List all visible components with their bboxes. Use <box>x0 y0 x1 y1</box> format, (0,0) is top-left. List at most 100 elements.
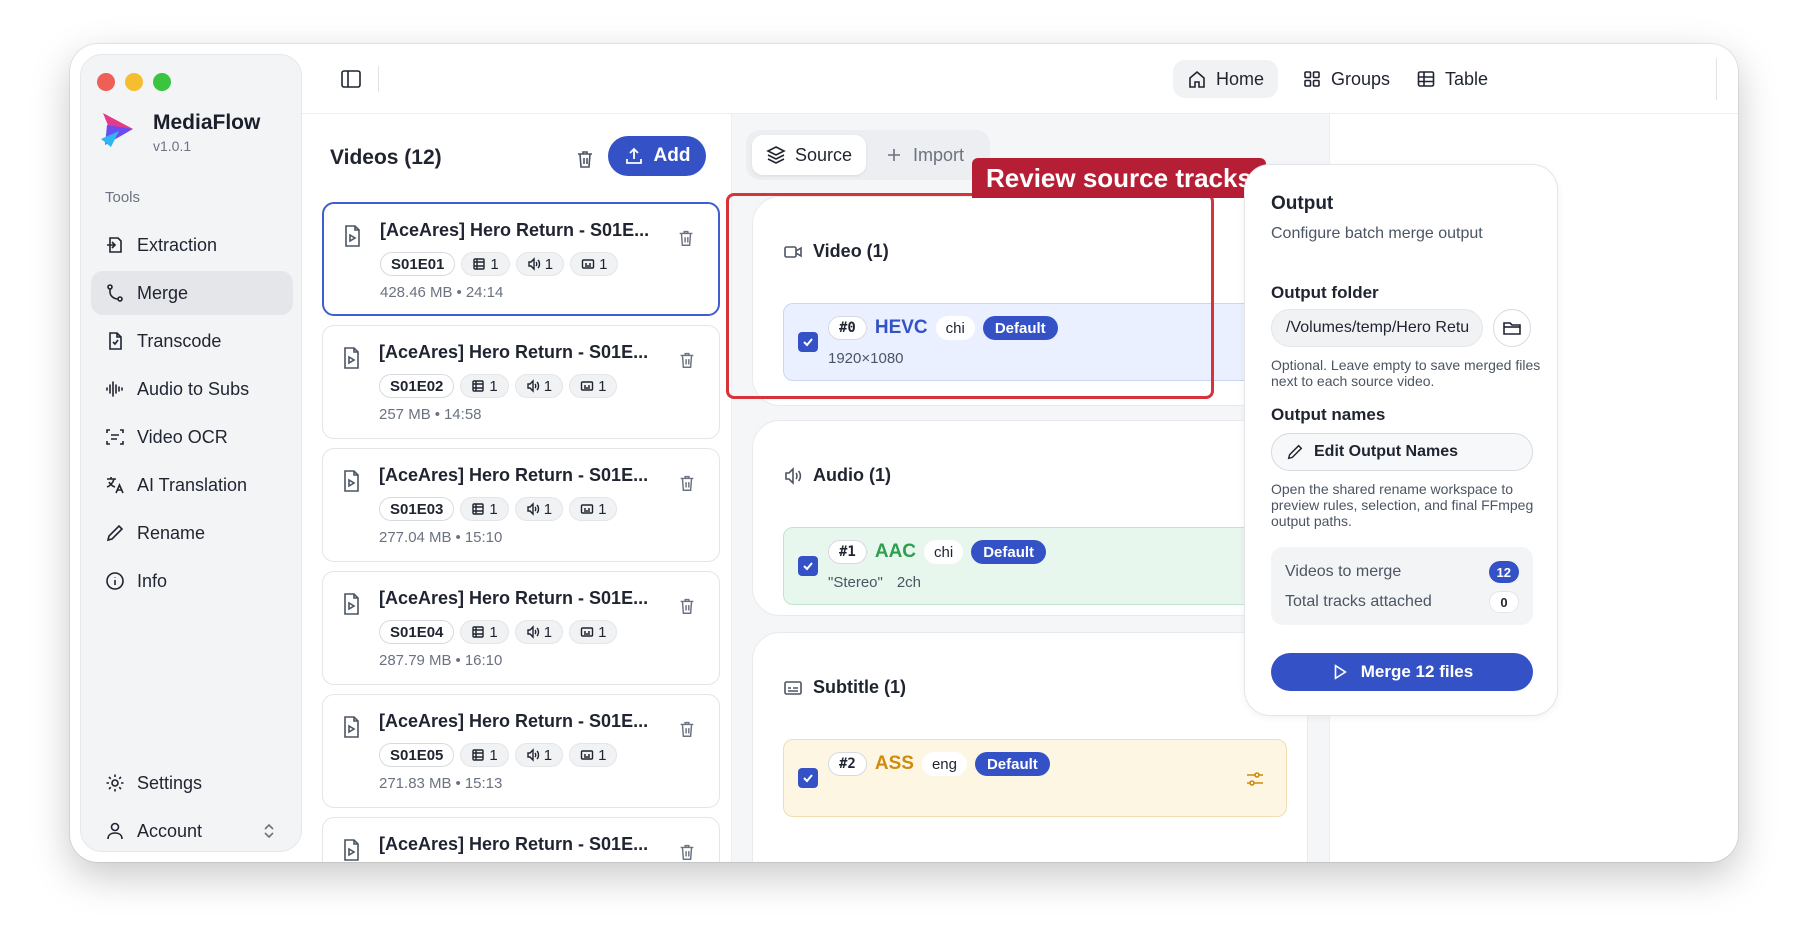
sidebar-item-merge[interactable]: Merge <box>91 271 293 315</box>
video-file-icon <box>345 225 360 247</box>
audio-count: 1 <box>543 500 553 518</box>
subtitle-count: 1 <box>598 623 607 641</box>
video-count-chip: 1 <box>460 374 509 398</box>
video-file-icon <box>344 470 359 492</box>
group-header: Subtitle (1) <box>783 677 906 698</box>
video-file-icon <box>344 839 359 861</box>
track-checkbox[interactable] <box>798 556 818 576</box>
add-video-button[interactable]: Add <box>608 136 706 176</box>
stat-label: Videos to merge <box>1285 563 1402 580</box>
home-button[interactable]: Home <box>1173 60 1279 98</box>
sidebar-toggle-icon[interactable] <box>340 68 362 90</box>
video-list-item[interactable]: [AceAres] Hero Return - S01E... S01E05 1… <box>322 694 720 808</box>
duration: 14:58 <box>443 406 482 423</box>
videos-title: Videos (12) <box>330 146 442 169</box>
trash-icon[interactable] <box>574 148 596 170</box>
check-icon <box>803 338 813 347</box>
film-icon <box>472 626 485 638</box>
minimize-window-button[interactable] <box>125 73 143 91</box>
video-list: [AceAres] Hero Return - S01E... S01E01 1… <box>322 202 720 862</box>
sidebar: MediaFlow v1.0.1 Tools Extraction Merge … <box>80 54 302 852</box>
sidebar-item-settings[interactable]: Settings <box>91 761 293 805</box>
trash-icon[interactable] <box>677 473 697 493</box>
browse-folder-button[interactable] <box>1493 309 1531 347</box>
trash-icon[interactable] <box>677 719 697 739</box>
track-checkbox[interactable] <box>798 768 818 788</box>
subtitle-count-chip: 1 <box>569 620 618 644</box>
extraction-icon <box>107 237 122 253</box>
zoom-window-button[interactable] <box>153 73 171 91</box>
sidebar-item-info[interactable]: Info <box>91 559 293 603</box>
track-chips: S01E04 1 1 1 <box>379 620 618 644</box>
app-version: v1.0.1 <box>153 138 192 154</box>
group-title: Subtitle (1) <box>813 677 906 697</box>
tab-import[interactable]: Import <box>870 135 978 175</box>
track-language: chi <box>935 316 975 340</box>
track-row[interactable]: #1 AAC chi Default "Stereo" 2ch <box>783 527 1287 605</box>
sidebar-item-account[interactable]: Account <box>91 809 293 853</box>
trash-icon[interactable] <box>677 350 697 370</box>
subtitles-icon <box>580 504 594 514</box>
trash-icon[interactable] <box>676 228 696 248</box>
track-info: #0 HEVC chi Default <box>828 316 1058 340</box>
video-file-icon <box>344 716 359 738</box>
app-name: MediaFlow <box>153 111 261 134</box>
groups-button[interactable]: Groups <box>1288 60 1404 98</box>
video-list-item[interactable]: [AceAres] Hero Return - S01E... S01E01 1… <box>322 202 720 316</box>
subtitle-count: 1 <box>598 377 607 395</box>
audio-track-group: Audio (1) #1 AAC chi Default "Stereo" 2ch <box>752 420 1308 616</box>
close-window-button[interactable] <box>97 73 115 91</box>
translate-icon <box>106 477 124 494</box>
track-row[interactable]: #0 HEVC chi Default 1920×1080 <box>783 303 1287 381</box>
user-icon <box>107 822 123 840</box>
sidebar-item-video-ocr[interactable]: Video OCR <box>91 415 293 459</box>
audio-count-chip: 1 <box>514 497 564 521</box>
sidebar-item-rename[interactable]: Rename <box>91 511 293 555</box>
stat-label: Total tracks attached <box>1285 593 1432 610</box>
sidebar-item-label: Rename <box>137 522 206 543</box>
check-icon <box>803 774 813 783</box>
video-list-item[interactable]: [AceAres] Hero Return - S01E... S01E04 1… <box>322 571 720 685</box>
grid-icon <box>1304 71 1320 87</box>
track-chips: S01E03 1 1 1 <box>379 497 618 521</box>
trash-icon[interactable] <box>677 596 697 616</box>
table-button[interactable]: Table <box>1402 60 1502 98</box>
track-details: 1920×1080 <box>828 350 904 367</box>
edit-output-names-button[interactable]: Edit Output Names <box>1271 433 1533 471</box>
trash-icon[interactable] <box>677 842 697 862</box>
group-title: Video (1) <box>813 241 889 261</box>
video-list-item[interactable]: [AceAres] Hero Return - S01E... <box>322 817 720 862</box>
merge-files-button[interactable]: Merge 12 files <box>1271 653 1533 691</box>
sidebar-item-audio-to-subs[interactable]: Audio to Subs <box>91 367 293 411</box>
track-channels: 2ch <box>896 574 922 591</box>
track-checkbox[interactable] <box>798 332 818 352</box>
folder-open-icon <box>1503 322 1521 335</box>
video-count-chip: 1 <box>460 497 509 521</box>
output-folder-label: Output folder <box>1271 283 1379 302</box>
output-folder-input[interactable]: /Volumes/temp/Hero Retu <box>1271 309 1483 347</box>
sidebar-item-label: Account <box>137 820 203 841</box>
video-list-item[interactable]: [AceAres] Hero Return - S01E... S01E02 1… <box>322 325 720 439</box>
tab-source[interactable]: Source <box>752 135 867 175</box>
sidebar-item-ai-translation[interactable]: AI Translation <box>91 463 293 507</box>
subtitle-track-group: Subtitle (1) #2 ASS eng Default <box>752 632 1308 862</box>
merge-stats: Videos to merge 12 Total tracks attached… <box>1271 547 1533 625</box>
groups-label: Groups <box>1331 68 1391 89</box>
video-list-item[interactable]: [AceAres] Hero Return - S01E... S01E03 1… <box>322 448 720 562</box>
sliders-icon[interactable] <box>1244 768 1266 790</box>
top-toolbar: Home Groups Table <box>302 44 1738 114</box>
sidebar-item-extraction[interactable]: Extraction <box>91 223 293 267</box>
window-controls <box>97 73 171 91</box>
track-index: #0 <box>828 316 867 340</box>
tracks-attached-badge: 0 <box>1489 591 1519 613</box>
subtitles-icon <box>581 259 595 269</box>
track-chips: S01E01 1 1 1 <box>380 252 619 276</box>
sidebar-item-transcode[interactable]: Transcode <box>91 319 293 363</box>
track-row[interactable]: #2 ASS eng Default <box>783 739 1287 817</box>
subtitle-count-chip: 1 <box>569 743 618 767</box>
speaker-icon <box>785 466 802 485</box>
track-info: #1 AAC chi Default <box>828 540 1047 564</box>
sidebar-item-label: Info <box>137 570 168 591</box>
video-title: [AceAres] Hero Return - S01E... <box>379 465 649 485</box>
toolbar-divider <box>1716 58 1717 100</box>
